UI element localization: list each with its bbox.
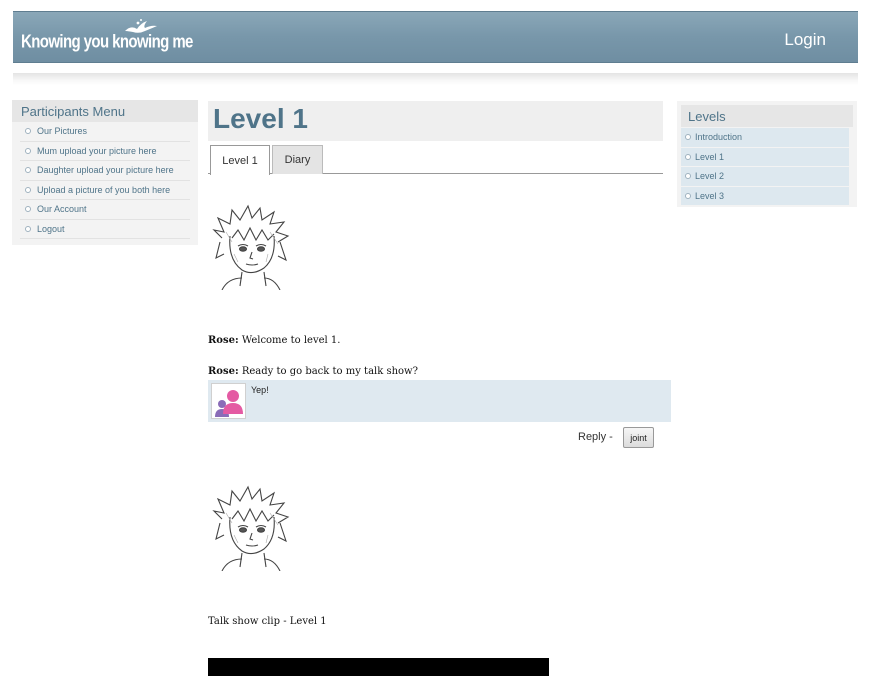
menu-item-label: Daughter upload your picture here: [37, 165, 174, 176]
participants-menu-title: Participants Menu: [12, 100, 198, 122]
menu-item-our-account[interactable]: Our Account: [20, 200, 190, 220]
rose-character-avatar: [208, 483, 294, 571]
menu-item-label: Upload a picture of you both here: [37, 184, 171, 195]
header-shadow-divider: [13, 73, 858, 85]
menu-item-label: Our Account: [37, 204, 87, 215]
reply-box: Yep!: [208, 380, 671, 422]
message-speaker: Rose:: [208, 366, 239, 377]
users-icon: [215, 390, 243, 417]
level-item-level-1[interactable]: Level 1: [681, 147, 849, 166]
circle-bullet-icon: [25, 186, 31, 193]
level-item-level-2[interactable]: Level 2: [681, 167, 849, 186]
circle-bullet-icon: [685, 173, 691, 180]
circle-bullet-icon: [685, 153, 691, 160]
circle-bullet-icon: [25, 225, 31, 232]
levels-menu-title: Levels: [681, 105, 853, 127]
menu-item-logout[interactable]: Logout: [20, 220, 190, 239]
menu-item-label: Mum upload your picture here: [37, 145, 157, 156]
site-header: Knowing you knowing me Login: [13, 11, 858, 63]
menu-item-label: Logout: [37, 223, 65, 234]
message-talk-show: Rose: Ready to go back to my talk show?: [208, 366, 418, 377]
circle-bullet-icon: [685, 192, 691, 199]
level-item-introduction[interactable]: Introduction: [681, 128, 849, 147]
message-welcome: Rose: Welcome to level 1.: [208, 335, 340, 346]
clip-caption: Talk show clip - Level 1: [208, 616, 327, 627]
circle-bullet-icon: [685, 134, 691, 141]
menu-item-our-pictures[interactable]: Our Pictures: [20, 122, 190, 142]
level-item-label: Level 3: [695, 190, 725, 201]
rose-character-avatar: [208, 202, 294, 290]
content-tabs: Level 1 Diary: [208, 144, 663, 175]
page-title-box: Level 1: [208, 101, 663, 141]
level-item-label: Level 2: [695, 171, 725, 182]
menu-item-upload-both[interactable]: Upload a picture of you both here: [20, 181, 190, 200]
message-text: Ready to go back to my talk show?: [241, 366, 418, 377]
participants-menu: Participants Menu Our Pictures Mum uploa…: [12, 100, 198, 245]
circle-bullet-icon: [25, 147, 31, 154]
level-item-label: Introduction: [695, 132, 743, 143]
circle-bullet-icon: [25, 128, 31, 135]
bird-logo-icon: [125, 19, 157, 33]
joint-button[interactable]: joint: [623, 427, 654, 448]
login-link[interactable]: Login: [784, 30, 826, 50]
reply-text: Yep!: [251, 385, 269, 395]
level-item-label: Level 1: [695, 151, 725, 162]
user-avatar: [211, 383, 246, 419]
tab-level-1[interactable]: Level 1: [210, 145, 270, 175]
level-item-level-3[interactable]: Level 3: [681, 186, 849, 205]
site-logo[interactable]: Knowing you knowing me: [21, 31, 193, 52]
tab-diary[interactable]: Diary: [272, 145, 323, 174]
menu-item-mum-upload[interactable]: Mum upload your picture here: [20, 142, 190, 161]
message-speaker: Rose:: [208, 335, 239, 346]
circle-bullet-icon: [25, 167, 31, 174]
message-text: Welcome to level 1.: [241, 335, 341, 346]
video-player[interactable]: [208, 658, 549, 676]
menu-item-daughter-upload[interactable]: Daughter upload your picture here: [20, 161, 190, 181]
reply-link[interactable]: Reply -: [578, 431, 613, 443]
circle-bullet-icon: [25, 206, 31, 213]
page-title: Level 1: [213, 103, 308, 134]
menu-item-label: Our Pictures: [37, 126, 88, 137]
levels-menu: Levels Introduction Level 1 Level 2 Leve…: [677, 101, 857, 207]
